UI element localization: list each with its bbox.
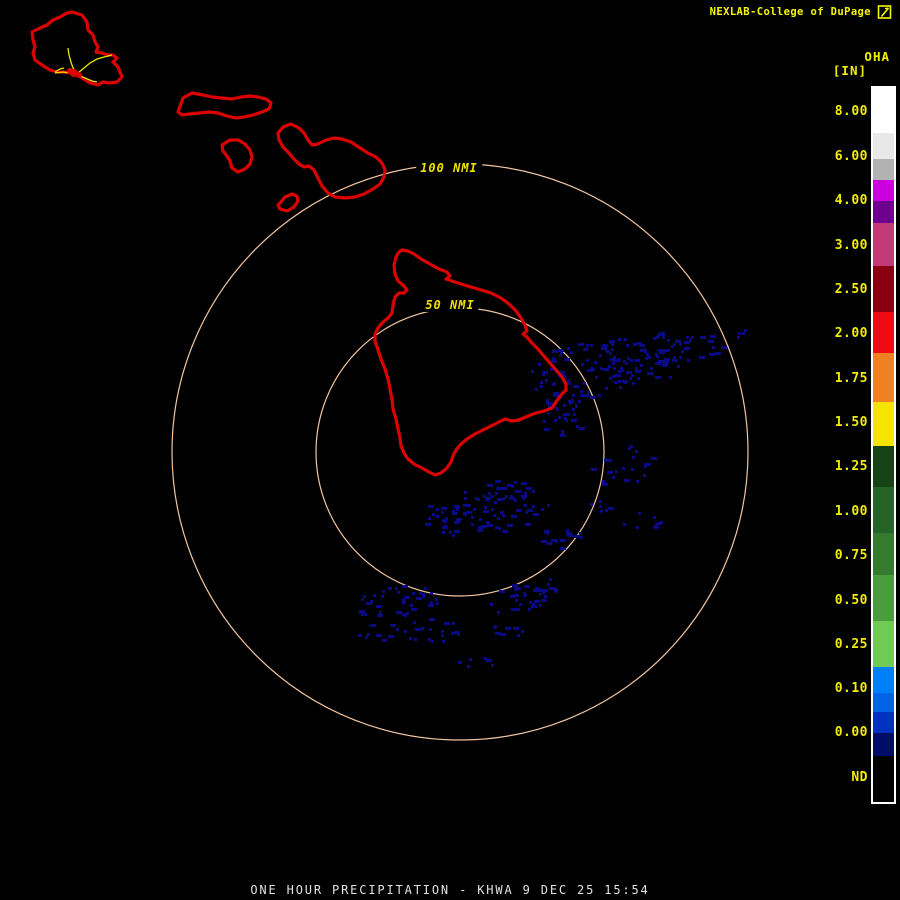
radar-display: 100 NMI 50 NMI NEXLAB-College of DuPage …	[0, 0, 900, 900]
legend-segment	[873, 621, 894, 667]
product-caption: ONE HOUR PRECIPITATION - KHWA 9 DEC 25 1…	[250, 883, 650, 897]
legend-segment	[873, 353, 894, 402]
range-ring-label-100nmi: 100 NMI	[416, 161, 482, 175]
cod-bolt-icon	[877, 4, 893, 20]
legend-segment	[873, 88, 894, 133]
legend-segment	[873, 733, 894, 756]
island-outline-maui	[276, 122, 387, 200]
legend-segment	[873, 180, 894, 201]
legend-segment	[873, 487, 894, 533]
legend-segment	[873, 667, 894, 693]
legend-segment	[873, 756, 894, 802]
legend-units-label: [IN]	[832, 63, 867, 78]
legend-segment	[873, 575, 894, 621]
legend-station-label: OHA	[864, 49, 890, 64]
legend-segment	[873, 159, 894, 180]
legend-segment	[873, 266, 894, 312]
road-line	[77, 54, 113, 74]
legend-color-bar	[871, 86, 896, 804]
legend-segment	[873, 223, 894, 266]
island-outline-kahoolawe	[276, 192, 300, 213]
island-outline-hawaii	[373, 248, 568, 477]
legend-segment	[873, 312, 894, 353]
legend-segment	[873, 533, 894, 575]
legend-segment	[873, 201, 894, 223]
range-ring-label-50nmi: 50 NMI	[421, 298, 479, 312]
island-outline-lanai	[220, 138, 254, 174]
radar-map	[30, 10, 749, 741]
urban-area-dot	[76, 72, 82, 78]
legend-segment	[873, 712, 894, 733]
legend-segment	[873, 402, 894, 446]
header: NEXLAB-College of DuPage	[710, 4, 893, 20]
urban-area-dot	[67, 68, 73, 74]
legend-segment	[873, 133, 894, 159]
island-outline-molokai	[176, 91, 273, 120]
legend-segment	[873, 446, 894, 487]
legend-segment	[873, 693, 894, 712]
site-title: NEXLAB-College of DuPage	[709, 6, 871, 18]
